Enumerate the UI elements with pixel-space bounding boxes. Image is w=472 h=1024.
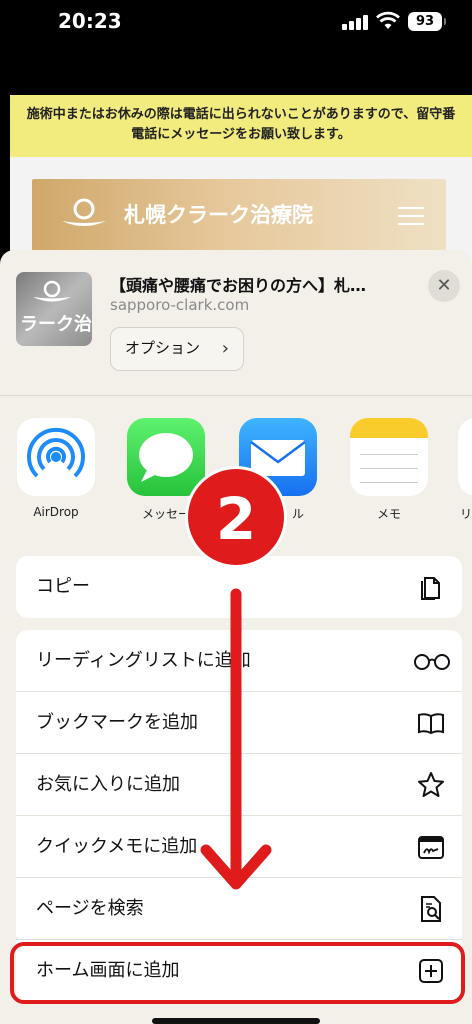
clinic-logo-icon	[62, 198, 106, 226]
action-label: ブックマークを追加	[36, 712, 198, 733]
status-bar: 20:23 93	[0, 0, 472, 44]
shared-page-url: sapporo-clark.com	[110, 296, 250, 314]
app-label: AirDrop	[33, 505, 79, 519]
webpage-background: 施術中またはお休みの際は電話に出られないことがありますので、留守番電話にメッセー…	[10, 95, 472, 265]
find-in-page-icon	[421, 896, 441, 922]
clinic-logo-icon	[33, 280, 71, 302]
options-button[interactable]: オプション ›	[110, 327, 244, 371]
app-airdrop[interactable]: AirDrop	[16, 418, 96, 519]
battery-indicator: 93	[408, 12, 446, 31]
copy-icon	[421, 577, 440, 600]
action-label: コピー	[36, 576, 90, 597]
action-label: お気に入りに追加	[36, 774, 180, 795]
hamburger-menu-icon[interactable]	[398, 207, 424, 225]
highlight-box	[10, 942, 465, 1004]
glasses-icon	[414, 654, 450, 670]
wifi-icon	[376, 11, 400, 29]
star-icon	[418, 772, 444, 797]
step-number-badge: 2	[185, 466, 287, 568]
app-reminders[interactable]: リ	[458, 418, 472, 522]
app-label: リ	[460, 507, 472, 521]
app-notes[interactable]: メモ	[349, 418, 429, 522]
cellular-signal-icon	[342, 14, 372, 30]
chevron-right-icon: ›	[221, 338, 229, 359]
status-time: 20:23	[58, 9, 122, 33]
home-indicator	[152, 1018, 320, 1024]
quick-note-icon	[418, 836, 444, 859]
action-label: クイックメモに追加	[36, 836, 198, 857]
close-icon[interactable]: ✕	[428, 270, 460, 302]
page-thumbnail: ラーク治	[16, 272, 92, 346]
shared-page-title: 【頭痛や腰痛でお困りの方へ】札…	[110, 276, 367, 295]
messages-icon	[127, 418, 205, 496]
web-notice-banner: 施術中またはお休みの際は電話に出られないことがありますので、留守番電話にメッセー…	[10, 95, 472, 157]
airdrop-icon	[17, 418, 95, 496]
options-label: オプション	[125, 339, 201, 357]
reminders-icon	[458, 418, 472, 496]
web-site-title: 札幌クラーク治療院	[124, 203, 313, 227]
down-arrow-annotation	[200, 588, 272, 890]
book-icon	[418, 713, 444, 735]
action-label: ページを検索	[36, 898, 144, 919]
app-label: メモ	[376, 507, 401, 521]
thumbnail-text: ラーク治	[20, 314, 92, 335]
notes-icon	[350, 418, 428, 496]
divider	[0, 395, 472, 396]
